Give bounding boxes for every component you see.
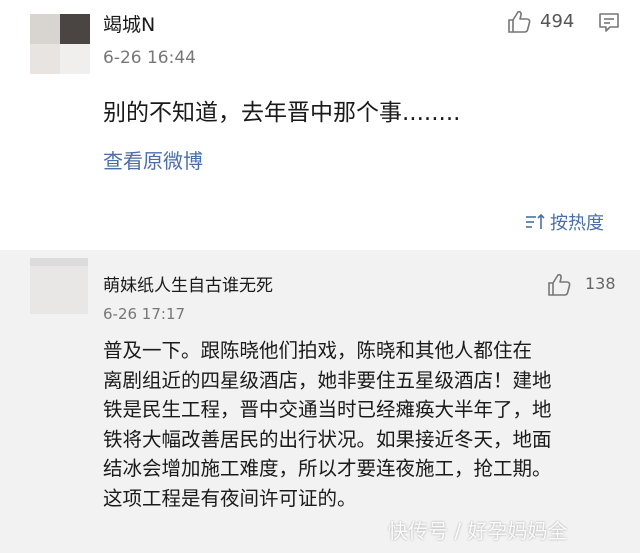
reply-text-line: 结冰会增加施工难度，所以才要连夜施工，抢工期。 <box>103 457 552 480</box>
watermark: 快传号 / 好孕妈妈全 <box>388 519 568 543</box>
reply-text-line: 铁将大幅改善居民的出行状况。如果接近冬天，地面 <box>103 427 552 451</box>
comment-timestamp: 6-26 16:44 <box>103 48 196 68</box>
thumbs-up-icon[interactable] <box>546 272 572 298</box>
thumbs-up-icon[interactable] <box>506 9 532 35</box>
sort-by-hot-button[interactable]: 按热度 <box>524 210 604 234</box>
reply-username[interactable]: 萌妹纸人生自古谁无死 <box>103 271 273 296</box>
comment-username[interactable]: 竭城N <box>103 10 155 37</box>
reply-text: 普及一下。跟陈晓他们拍戏，陈晓和其他人都住在 离剧组近的四星级酒店，她非要住五星… <box>103 336 623 513</box>
sort-icon <box>526 213 545 229</box>
reply-text-line: 普及一下。跟陈晓他们拍戏，陈晓和其他人都住在 <box>103 339 533 362</box>
avatar[interactable] <box>30 258 88 314</box>
comment-icon[interactable] <box>597 10 621 34</box>
reply-text-line: 这项工程是有夜间许可证的。 <box>103 486 357 510</box>
comment-card: 竭城N 6-26 16:44 494 别的不知道，去年晋中那个事........… <box>0 0 640 250</box>
reply-card: 萌妹纸人生自古谁无死 6-26 17:17 138 普及一下。跟陈晓他们拍戏，陈… <box>0 250 640 553</box>
reply-like-count: 138 <box>585 274 616 293</box>
avatar[interactable] <box>30 14 90 74</box>
sort-label: 按热度 <box>550 213 604 234</box>
reply-timestamp: 6-26 17:17 <box>103 305 186 323</box>
view-original-link[interactable]: 查看原微博 <box>103 145 203 174</box>
comment-like-count: 494 <box>540 11 575 32</box>
reply-text-line: 铁是民生工程，晋中交通当时已经瘫痪大半年了，地 <box>103 398 552 421</box>
comment-text: 别的不知道，去年晋中那个事........ <box>103 100 461 126</box>
reply-text-line: 离剧组近的四星级酒店，她非要住五星级酒店！建地 <box>103 368 552 392</box>
